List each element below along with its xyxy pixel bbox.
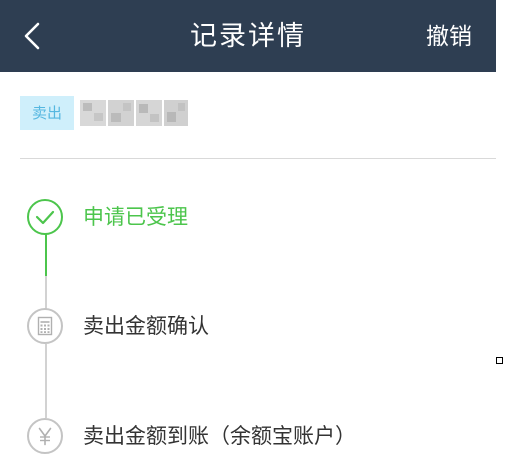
obscured-fund-name <box>80 100 188 126</box>
step-label: 申请已受理 <box>83 205 188 229</box>
resize-handle <box>496 357 503 364</box>
back-button[interactable] <box>18 18 54 54</box>
timeline-step-confirm: 卖出金额确认 <box>27 308 427 348</box>
revoke-button[interactable]: 撤销 <box>426 0 472 72</box>
page-title: 记录详情 <box>190 21 306 52</box>
step-label: 卖出金额确认 <box>83 314 209 338</box>
navigation-bar: 记录详情 撤销 <box>0 0 496 72</box>
divider <box>20 158 496 159</box>
record-detail-page: 记录详情 撤销 卖出 申请已受理 卖出金额确认 卖出金额到账（余额宝账户） <box>0 0 505 472</box>
timeline-connector-pending <box>45 276 47 310</box>
timeline-step-accepted: 申请已受理 <box>27 199 427 239</box>
yen-icon <box>27 418 63 454</box>
timeline-step-credited: 卖出金额到账（余额宝账户） <box>27 418 427 458</box>
chevron-left-icon <box>24 22 40 50</box>
trade-type-badge: 卖出 <box>20 96 74 130</box>
timeline-connector-pending <box>45 344 47 418</box>
step-label: 卖出金额到账（余额宝账户） <box>83 424 356 448</box>
calculator-icon <box>27 308 63 344</box>
timeline-connector-done <box>45 234 47 276</box>
checkmark-icon <box>27 199 63 235</box>
